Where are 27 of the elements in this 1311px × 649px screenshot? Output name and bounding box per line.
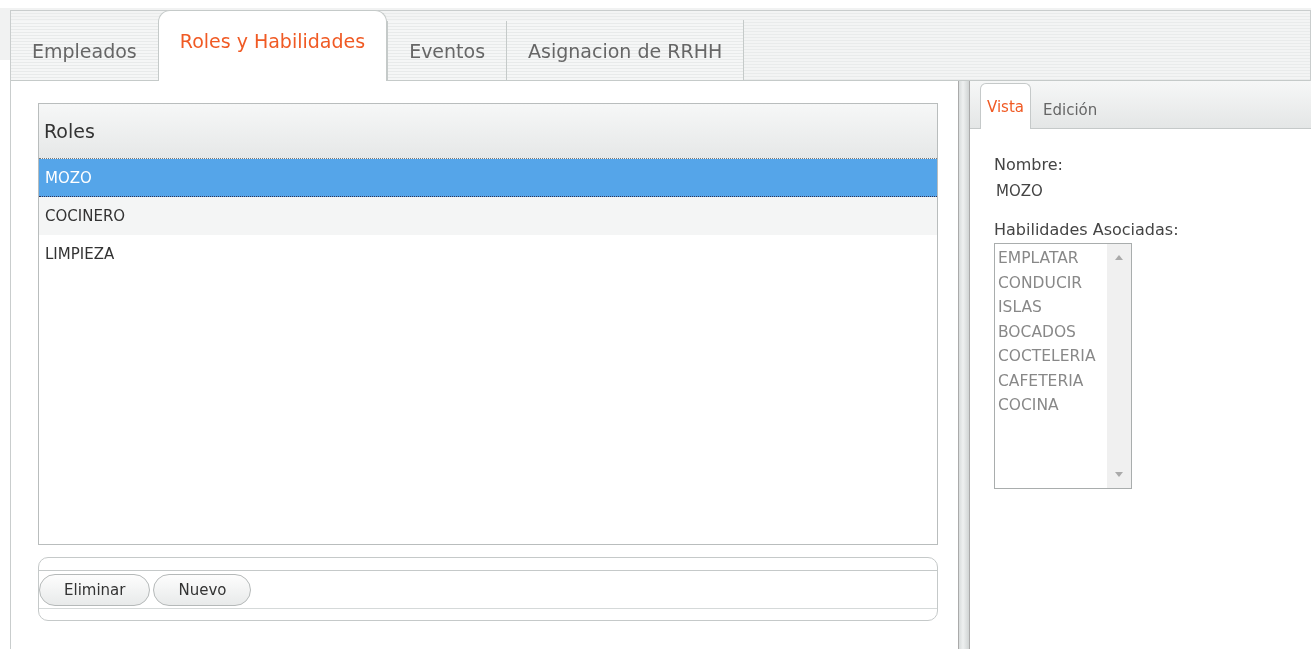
list-item[interactable]: ISLAS <box>998 295 1042 320</box>
scrollbar[interactable] <box>1107 244 1131 488</box>
scroll-up-icon[interactable] <box>1114 254 1124 260</box>
field-label: Habilidades Asociadas: <box>994 220 1179 239</box>
tab[interactable]: Asignacion de RRHH <box>506 21 744 81</box>
column-header: Roles <box>39 104 937 159</box>
tab[interactable]: Eventos <box>387 21 507 81</box>
tab[interactable]: Vista <box>980 83 1031 129</box>
splitter[interactable] <box>958 81 970 649</box>
role-row[interactable]: LIMPIEZA <box>39 235 937 273</box>
list-item[interactable]: CAFETERIA <box>998 368 1084 393</box>
list-item[interactable]: COCINA <box>998 393 1059 418</box>
list-item[interactable]: COCTELERIA <box>998 344 1096 369</box>
field-value: MOZO <box>996 182 1043 200</box>
toolbar-button[interactable]: Nuevo <box>153 573 252 606</box>
list-item[interactable]: EMPLATAR <box>998 246 1079 271</box>
tab[interactable]: Empleados <box>11 21 158 81</box>
toolbar-button[interactable]: Eliminar <box>39 573 151 606</box>
role-row[interactable]: MOZO <box>39 159 937 197</box>
list-item[interactable]: BOCADOS <box>998 319 1076 344</box>
role-row[interactable]: COCINERO <box>39 197 937 235</box>
skills-listbox[interactable]: EMPLATAR CONDUCIR ISLAS BOCADOS COCTELERIA CAFETERIA COCINA <box>994 243 1132 489</box>
scroll-down-icon[interactable] <box>1114 472 1124 478</box>
list-item[interactable]: CONDUCIR <box>998 270 1083 295</box>
tab[interactable]: Roles y Habilidades <box>157 10 388 81</box>
tab[interactable]: Edición <box>1031 91 1110 129</box>
field-label: Nombre: <box>994 155 1063 174</box>
